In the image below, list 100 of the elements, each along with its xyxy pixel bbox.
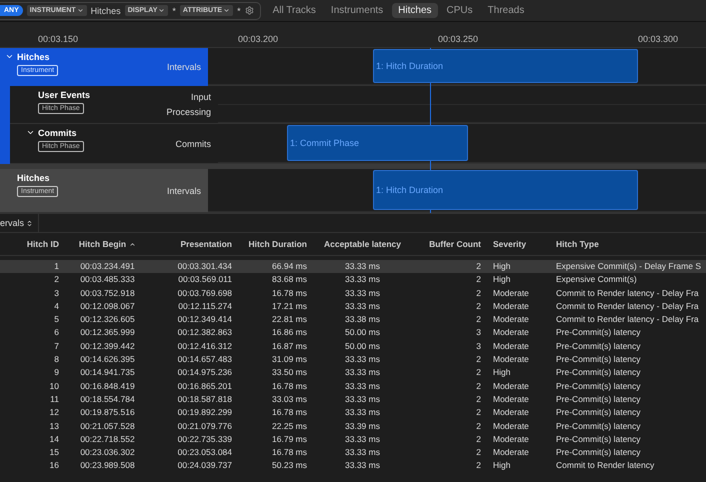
table-cell-text: 00:03.569.011 <box>177 273 233 286</box>
table-cell-text: 2 <box>475 366 482 380</box>
table-cell-text: 00:12.115.274 <box>177 300 233 313</box>
table-cell-text: Moderate <box>492 286 530 300</box>
table-cell-text: 00:23.036.302 <box>79 446 136 460</box>
table-cell-text: 00:12.399.442 <box>79 340 136 353</box>
table-cell-text: Pre-Commit(s) latency <box>555 446 642 460</box>
table-cell-text: 31.09 ms <box>271 353 308 366</box>
table-cell-text: 33.33 ms <box>344 406 381 420</box>
table-cell-text: 9 <box>53 366 60 380</box>
table-cell-text: 50.00 ms <box>344 326 381 340</box>
chevron-icon[interactable] <box>76 7 84 14</box>
chevron-icon[interactable] <box>5 52 14 61</box>
filter-value[interactable]: * <box>172 6 176 16</box>
table-cell-text: High <box>492 366 512 380</box>
table-cell-text: 22.25 ms <box>271 420 308 433</box>
table-cell-text: 17.21 ms <box>271 300 308 313</box>
table-cell-text: 33.50 ms <box>271 366 308 380</box>
table-cell-text: 00:14.657.483 <box>176 353 233 366</box>
table-cell-text: Expensive Commit(s) <box>555 273 638 286</box>
table-cell-text: Moderate <box>492 380 530 393</box>
table-cell-text: Moderate <box>492 392 530 406</box>
table-cell-text: 16.87 ms <box>271 340 308 353</box>
chevron-icon[interactable] <box>223 7 230 14</box>
column-header[interactable]: Hitch ID <box>0 233 65 256</box>
lane-label: Commits <box>176 138 211 148</box>
scope-tab[interactable]: Hitches <box>392 3 438 18</box>
table-cell-text: 15 <box>48 446 60 460</box>
table-cell-text: 16 <box>48 459 60 472</box>
filter-value[interactable]: Hitches <box>90 6 121 16</box>
table-cell-text: 3 <box>53 286 60 300</box>
table-cell-text: 33.33 ms <box>344 286 381 300</box>
table-cell-text: 00:21.057.528 <box>79 420 136 433</box>
table-cell-text: Moderate <box>492 406 530 420</box>
table-cell-text: 13 <box>48 420 60 433</box>
updown-chevron-icon[interactable] <box>26 220 34 226</box>
table-cell-text: 22.81 ms <box>271 313 308 326</box>
table-cell-text: 2 <box>475 459 482 472</box>
column-header[interactable]: Presentation <box>150 233 238 256</box>
column-header[interactable]: Acceptable latency <box>313 233 412 256</box>
scope-tab[interactable]: Threads <box>482 3 530 18</box>
column-header[interactable]: Hitch Type <box>550 233 706 256</box>
table-cell-text: 00:12.349.414 <box>176 313 233 326</box>
track-name: Hitches <box>17 173 51 183</box>
track-name: Hitches <box>17 52 51 62</box>
scope-tab[interactable]: Instruments <box>324 3 390 18</box>
track-name: User Events <box>38 90 90 100</box>
table-cell-text: 2 <box>475 353 482 366</box>
table-cell-text: 00:16.865.201 <box>176 380 233 393</box>
table-cell-text: Moderate <box>492 420 530 433</box>
ruler-tick: 00:03.250 <box>438 34 478 44</box>
column-header[interactable]: Hitch Begin <box>65 233 150 256</box>
table-cell-text: 33.33 ms <box>344 392 381 406</box>
chevron-icon[interactable] <box>158 7 166 14</box>
table-cell: High <box>487 260 550 274</box>
table-cell-text: 00:12.098.067 <box>79 300 136 313</box>
chevron-icon[interactable] <box>26 128 35 137</box>
column-header[interactable]: Hitch Duration <box>238 233 313 256</box>
ruler-tick: 00:03.200 <box>238 34 278 44</box>
lane-label: Intervals <box>166 62 201 72</box>
table-cell-text: 33.33 ms <box>344 300 381 313</box>
table-cell-text: Moderate <box>492 300 530 313</box>
table-cell-text: 50.23 ms <box>271 459 308 472</box>
table-cell-text: 83.68 ms <box>271 273 308 286</box>
table-cell-text: 00:12.326.605 <box>79 313 136 326</box>
table-cell-text: 2 <box>475 313 482 326</box>
scope-tab[interactable]: All Tracks <box>266 3 322 18</box>
lane-label: Processing <box>166 106 211 117</box>
table-cell: 33.33 ms <box>313 260 412 274</box>
table-cell-text: 00:18.554.784 <box>79 392 136 406</box>
table-cell-text: 00:19.875.516 <box>79 406 136 420</box>
scope-tab[interactable]: CPUs <box>440 3 479 18</box>
table-cell-text: 2 <box>475 380 482 393</box>
table-cell-text: Moderate <box>492 313 530 326</box>
table-cell-text: Moderate <box>492 446 530 460</box>
settings-icon[interactable] <box>244 6 254 15</box>
table-cell-text: 00:14.975.236 <box>176 366 233 380</box>
table-cell-text: 33.33 ms <box>344 380 381 393</box>
table-cell-text: Pre-Commit(s) latency <box>555 353 642 366</box>
table-cell-text: 00:16.848.419 <box>79 380 136 393</box>
detail-selector[interactable]: ervals <box>0 214 40 232</box>
table-cell-text: 00:14.941.735 <box>79 366 136 380</box>
table-cell-text: 00:12.365.999 <box>79 326 136 340</box>
table-cell-text: 00:14.626.395 <box>79 353 136 366</box>
sort-caret-icon[interactable] <box>129 240 136 248</box>
column-header[interactable]: Severity <box>487 233 550 256</box>
table-cell-text: Moderate <box>492 326 530 340</box>
table-cell-text: 16.86 ms <box>271 326 308 340</box>
table-cell-text: Commit to Render latency - Delay Fra <box>555 313 700 326</box>
table-cell-text: 33.33 ms <box>344 273 381 286</box>
column-header[interactable]: Buffer Count <box>412 233 487 256</box>
table-cell-text: Moderate <box>492 432 530 446</box>
table-cell-text: 5 <box>53 313 60 326</box>
table-cell: 1 <box>0 260 65 274</box>
table-cell-text: 2 <box>475 273 482 286</box>
table-cell-text: 33.33 ms <box>344 459 381 472</box>
table-cell-text: 33.39 ms <box>344 420 381 433</box>
table-cell-text: 00:18.587.818 <box>176 392 233 406</box>
filter-value[interactable]: * <box>237 6 241 16</box>
table-cell: 2 <box>412 260 487 274</box>
